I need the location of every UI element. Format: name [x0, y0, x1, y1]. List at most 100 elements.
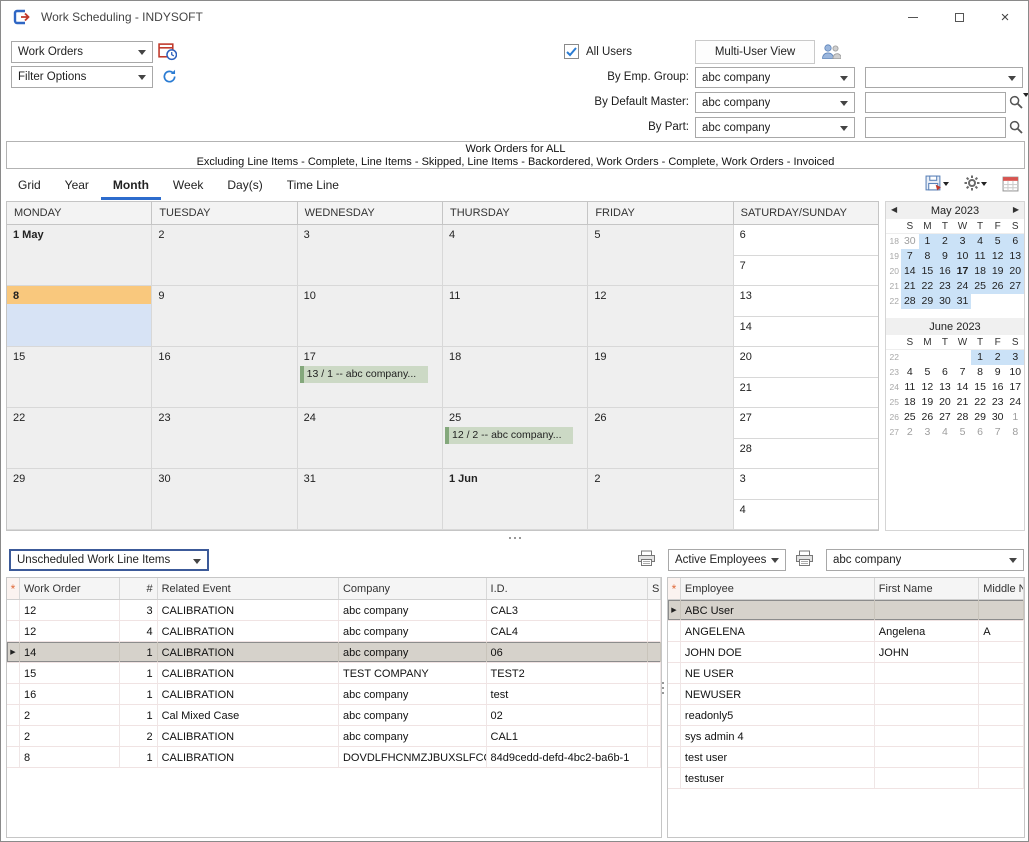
prev-month-icon[interactable]: ◀: [891, 205, 897, 215]
mini-cal-day[interactable]: 8: [919, 249, 937, 264]
mini-cal-day[interactable]: 6: [936, 365, 954, 380]
mini-cal-day[interactable]: 1: [919, 234, 937, 249]
calendar-day-cell[interactable]: 1 May: [7, 225, 152, 286]
vertical-splitter[interactable]: [661, 682, 665, 694]
calendar-day-cell[interactable]: 8: [7, 286, 152, 347]
mini-cal-day[interactable]: 21: [901, 279, 919, 294]
table-row[interactable]: ▶141CALIBRATIONabc company06: [7, 642, 661, 663]
filter-options-select[interactable]: Filter Options: [11, 66, 153, 88]
calendar-day-cell[interactable]: 27: [734, 408, 878, 439]
table-row[interactable]: JOHN DOEJOHN: [668, 642, 1024, 663]
calendar-day-cell[interactable]: 24: [298, 408, 443, 469]
mini-cal-day[interactable]: 26: [919, 410, 937, 425]
calendar-day-cell[interactable]: 20: [734, 347, 878, 378]
calendar-day-cell[interactable]: 4: [443, 225, 588, 286]
calendar-day-cell[interactable]: 9: [152, 286, 297, 347]
mini-cal-day[interactable]: 15: [971, 380, 989, 395]
default-master-select[interactable]: abc company: [695, 92, 855, 113]
mini-cal-day[interactable]: 2: [936, 234, 954, 249]
calendar-options-icon[interactable]: [1002, 175, 1019, 192]
mini-cal-day[interactable]: 29: [919, 294, 937, 309]
tab-week[interactable]: Week: [161, 170, 215, 200]
mini-cal-day[interactable]: 30: [936, 294, 954, 309]
calendar-day-cell[interactable]: 11: [443, 286, 588, 347]
table-row[interactable]: 123CALIBRATIONabc companyCAL3: [7, 600, 661, 621]
table-row[interactable]: 161CALIBRATIONabc companytest: [7, 684, 661, 705]
calendar-day-cell[interactable]: 6: [734, 225, 878, 256]
by-part-select[interactable]: abc company: [695, 117, 855, 138]
mini-cal-day[interactable]: 23: [989, 395, 1007, 410]
table-row[interactable]: testuser: [668, 768, 1024, 789]
calendar-day-cell[interactable]: 23: [152, 408, 297, 469]
print-work-items-icon[interactable]: [637, 550, 656, 567]
unscheduled-filter-select[interactable]: Unscheduled Work Line Items: [9, 549, 209, 571]
mini-cal-day[interactable]: 20: [936, 395, 954, 410]
default-master-search-input[interactable]: [865, 92, 1006, 113]
column-header[interactable]: Work Order: [20, 578, 120, 599]
mini-cal-day[interactable]: 24: [1006, 395, 1024, 410]
calendar-day-cell[interactable]: 29: [7, 469, 152, 530]
multi-user-icon[interactable]: [821, 43, 841, 60]
calendar-day-cell[interactable]: 19: [588, 347, 733, 408]
calendar-day-cell[interactable]: 3: [298, 225, 443, 286]
mini-cal-day[interactable]: 20: [1006, 264, 1024, 279]
mini-cal-day[interactable]: 4: [971, 234, 989, 249]
calendar-day-cell[interactable]: 13: [734, 286, 878, 317]
next-month-icon[interactable]: ▶: [1013, 205, 1019, 215]
mini-cal-day[interactable]: 5: [954, 425, 972, 440]
default-master-search-icon[interactable]: [1006, 92, 1026, 112]
mini-cal-day[interactable]: 28: [901, 294, 919, 309]
mini-cal-day[interactable]: 25: [901, 410, 919, 425]
employee-company-select[interactable]: abc company: [826, 549, 1024, 571]
mini-cal-day[interactable]: 12: [989, 249, 1007, 264]
mini-cal-day[interactable]: 3: [954, 234, 972, 249]
column-header[interactable]: #: [120, 578, 158, 599]
mini-cal-day[interactable]: 1: [971, 350, 989, 365]
table-row[interactable]: test user: [668, 747, 1024, 768]
calendar-day-cell[interactable]: 7: [734, 256, 878, 286]
column-header[interactable]: First Name: [875, 578, 979, 599]
employees-filter-select[interactable]: Active Employees: [668, 549, 786, 571]
mini-cal-day[interactable]: 6: [971, 425, 989, 440]
mini-cal-day[interactable]: 7: [989, 425, 1007, 440]
calendar-day-cell[interactable]: 15: [7, 347, 152, 408]
table-row[interactable]: 151CALIBRATIONTEST COMPANYTEST2: [7, 663, 661, 684]
column-header[interactable]: I.D.: [487, 578, 648, 599]
calendar-day-cell[interactable]: 5: [588, 225, 733, 286]
calendar-day-cell[interactable]: 18: [443, 347, 588, 408]
mini-cal-day[interactable]: 3: [1006, 350, 1024, 365]
table-row[interactable]: ▶ABC User: [668, 600, 1024, 621]
calendar-day-cell[interactable]: 22: [7, 408, 152, 469]
tab-time-line[interactable]: Time Line: [275, 170, 351, 200]
settings-gear-icon[interactable]: [964, 175, 987, 191]
calendar-event[interactable]: 13 / 1 -- abc company...: [300, 366, 428, 383]
mini-cal-day[interactable]: 24: [954, 279, 972, 294]
mini-cal-day[interactable]: 14: [901, 264, 919, 279]
table-row[interactable]: 22CALIBRATIONabc companyCAL1: [7, 726, 661, 747]
mini-cal-day[interactable]: 22: [919, 279, 937, 294]
mini-cal-day[interactable]: 16: [936, 264, 954, 279]
mini-cal-day[interactable]: 18: [971, 264, 989, 279]
mini-cal-day[interactable]: 11: [971, 249, 989, 264]
mini-cal-day[interactable]: 30: [989, 410, 1007, 425]
calendar-day-cell[interactable]: 10: [298, 286, 443, 347]
tab-month[interactable]: Month: [101, 170, 161, 200]
mini-cal-day[interactable]: 13: [1006, 249, 1024, 264]
minimize-button[interactable]: [890, 1, 936, 33]
multi-user-view-button[interactable]: Multi-User View: [695, 40, 815, 64]
mini-cal-day[interactable]: 14: [954, 380, 972, 395]
mini-cal-day[interactable]: 9: [936, 249, 954, 264]
mini-cal-day[interactable]: 22: [971, 395, 989, 410]
table-row[interactable]: sys admin 4: [668, 726, 1024, 747]
mini-cal-day[interactable]: 6: [1006, 234, 1024, 249]
mini-cal-day[interactable]: 5: [919, 365, 937, 380]
maximize-button[interactable]: [936, 1, 982, 33]
mini-cal-day[interactable]: 27: [936, 410, 954, 425]
mini-cal-day[interactable]: 25: [971, 279, 989, 294]
mini-cal-day[interactable]: 19: [919, 395, 937, 410]
mini-cal-day[interactable]: 30: [901, 234, 919, 249]
mini-cal-day[interactable]: 17: [1006, 380, 1024, 395]
table-row[interactable]: 21Cal Mixed Caseabc company02: [7, 705, 661, 726]
calendar-day-cell[interactable]: 26: [588, 408, 733, 469]
calendar-day-cell[interactable]: 2512 / 2 -- abc company...: [443, 408, 588, 469]
